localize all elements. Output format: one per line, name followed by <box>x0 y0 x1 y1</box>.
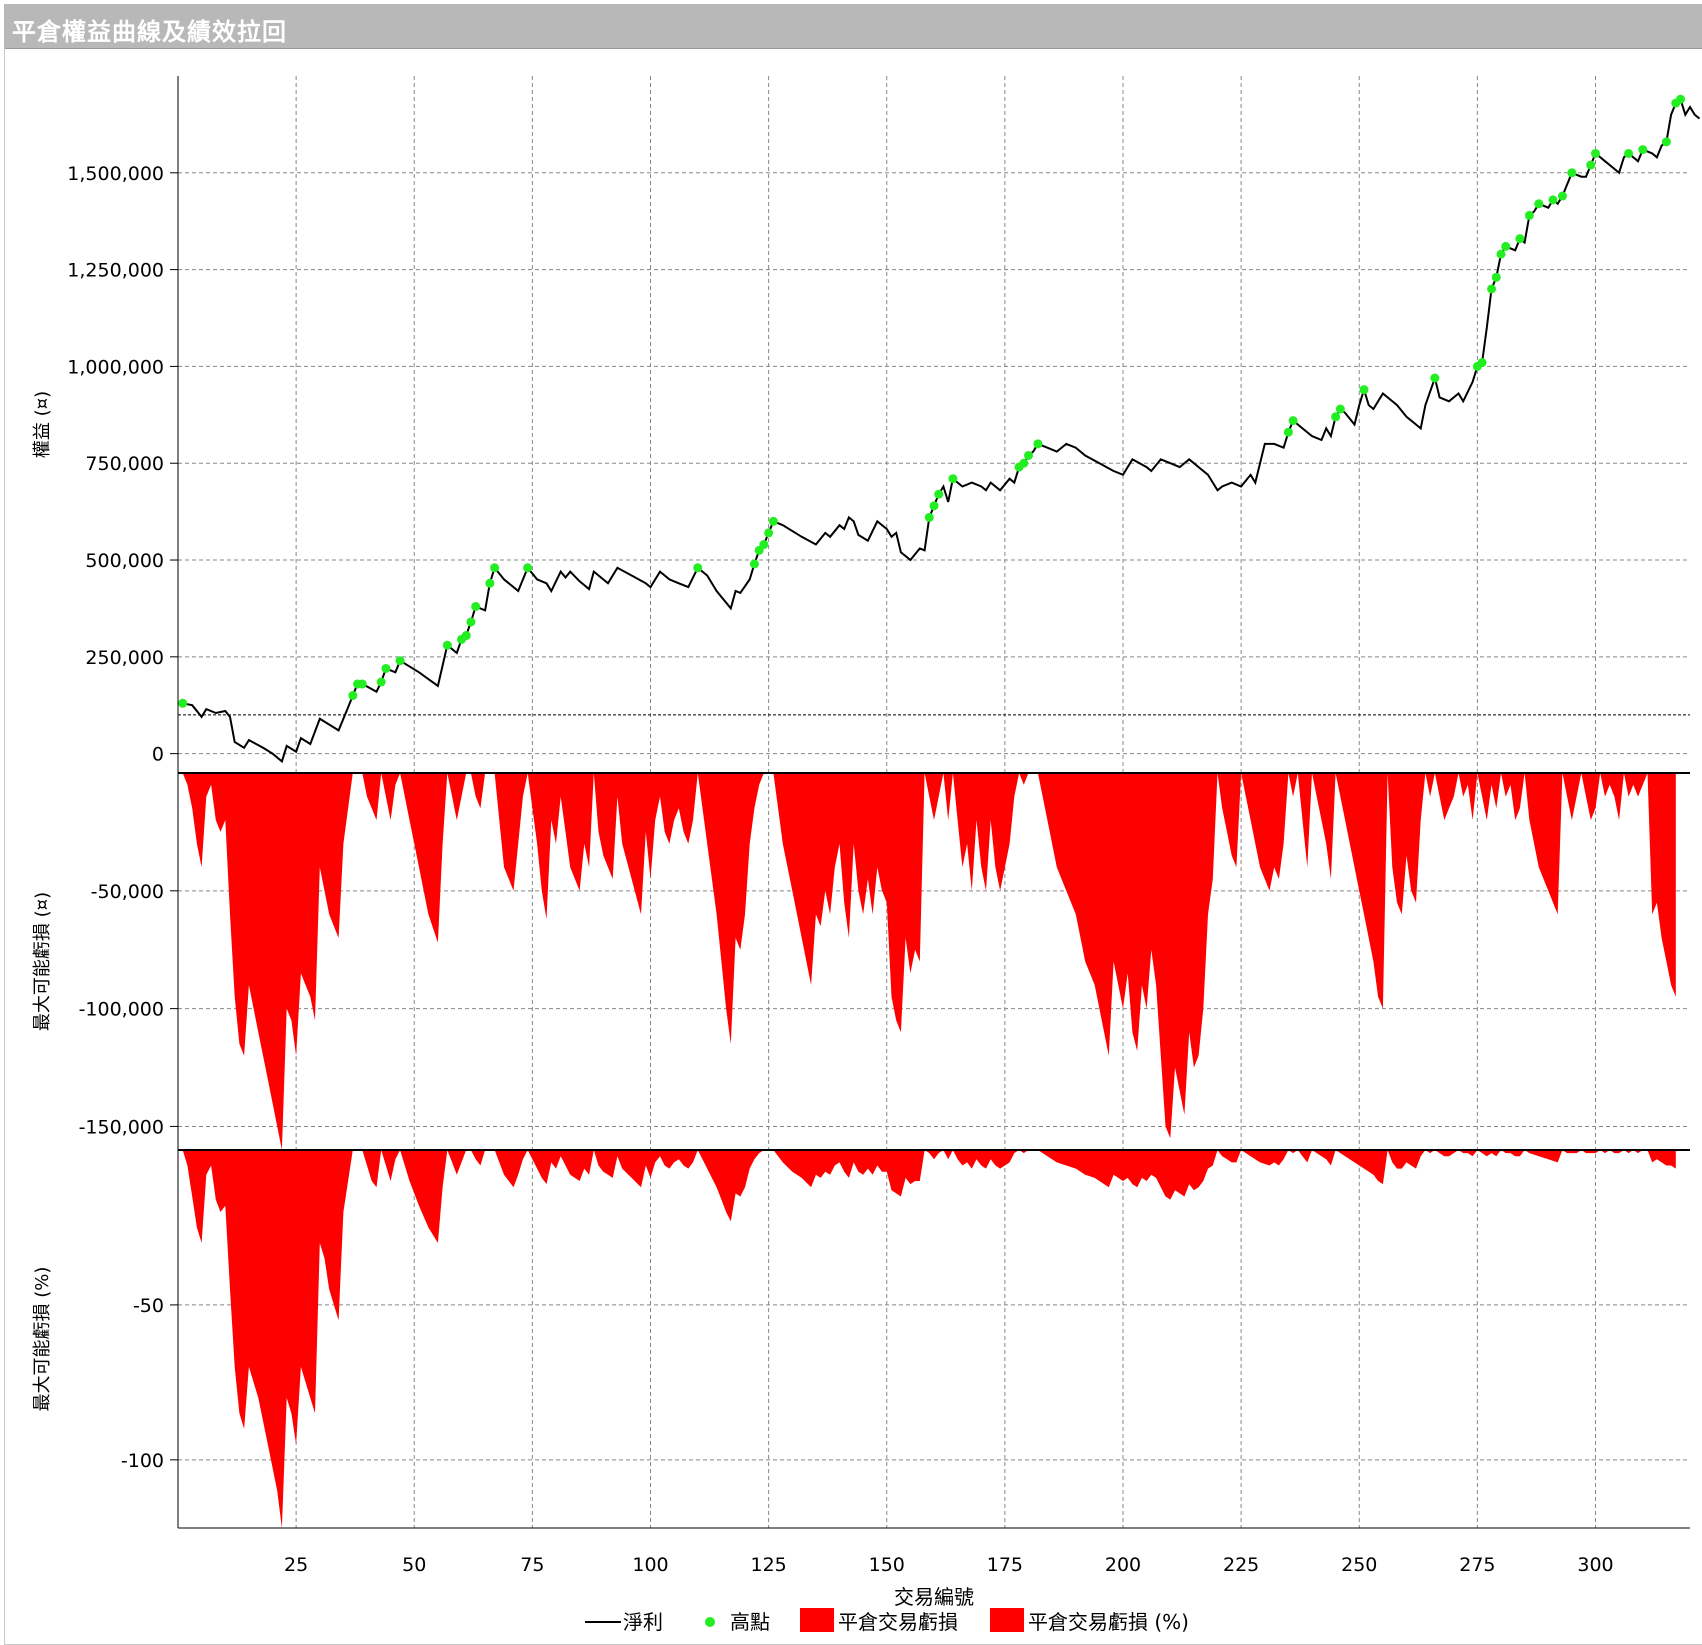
high-point <box>348 691 358 701</box>
high-point <box>523 563 533 573</box>
high-point <box>693 563 703 573</box>
legend: 淨利 高點 平倉交易虧損 平倉交易虧損 (%) <box>585 1608 1189 1634</box>
high-point <box>381 663 391 673</box>
high-point <box>1491 272 1501 282</box>
high-point <box>749 559 759 569</box>
drawdown-abs-area <box>182 773 1676 1150</box>
equity-panel <box>178 94 1701 764</box>
legend-label: 高點 <box>730 1610 770 1634</box>
x-tick-label: 150 <box>869 1554 905 1576</box>
legend-color-swatch <box>800 1608 834 1632</box>
x-tick-label: 50 <box>402 1554 426 1576</box>
high-point <box>1557 191 1567 201</box>
high-point <box>948 474 958 484</box>
high-point <box>1661 137 1671 147</box>
x-tick-label: 100 <box>632 1554 668 1576</box>
high-point <box>1477 358 1487 368</box>
drawdown-abs-panel <box>178 772 1690 1150</box>
high-point <box>395 656 405 666</box>
x-tick-label: 225 <box>1223 1554 1259 1576</box>
x-tick-label: 300 <box>1577 1554 1613 1576</box>
high-point <box>471 601 481 611</box>
high-point <box>1359 385 1369 395</box>
y-tick-label: 500,000 <box>85 550 164 572</box>
x-tick-label: 125 <box>750 1554 786 1576</box>
high-point <box>1331 412 1341 422</box>
y-tick-label: 0 <box>152 744 164 766</box>
high-point <box>442 640 452 650</box>
y-tick-label: -50 <box>133 1295 164 1317</box>
x-tick-label: 25 <box>284 1554 308 1576</box>
high-point <box>1335 404 1345 414</box>
high-point <box>1567 168 1577 178</box>
y-tick-label: 750,000 <box>85 453 164 475</box>
high-point <box>934 489 944 499</box>
x-tick-label: 275 <box>1459 1554 1495 1576</box>
high-point <box>490 563 500 573</box>
high-point <box>924 512 934 522</box>
x-tick-label: 250 <box>1341 1554 1377 1576</box>
high-point <box>1019 458 1029 468</box>
drawdown-pct-panel <box>178 1149 1690 1528</box>
high-point <box>1586 160 1596 170</box>
high-point <box>1591 148 1600 158</box>
high-point <box>1638 145 1648 155</box>
legend-color-swatch <box>990 1608 1024 1632</box>
high-point <box>929 501 939 511</box>
high-point <box>376 677 386 687</box>
high-point <box>1487 284 1497 294</box>
x-tick-label: 200 <box>1105 1554 1141 1576</box>
high-point <box>1288 416 1298 426</box>
legend-dot-swatch <box>705 1617 715 1627</box>
legend-label: 平倉交易虧損 <box>838 1610 958 1634</box>
legend-label: 淨利 <box>623 1610 663 1634</box>
high-point <box>1548 195 1558 205</box>
high-point <box>1524 210 1534 220</box>
high-point <box>759 540 769 550</box>
y-tick-label: 250,000 <box>85 647 164 669</box>
y-axis-label: 權益 (¤) <box>32 391 53 458</box>
x-tick-label: 75 <box>520 1554 544 1576</box>
y-tick-label: -150,000 <box>79 1116 164 1138</box>
high-point <box>1624 148 1634 158</box>
y-tick-label: 1,000,000 <box>67 356 164 378</box>
high-point <box>178 698 188 708</box>
legend-label: 平倉交易虧損 (%) <box>1028 1610 1189 1634</box>
high-point <box>1033 439 1043 449</box>
high-point <box>1496 249 1506 259</box>
y-tick-label: -50,000 <box>91 881 164 903</box>
y-tick-label: -100 <box>121 1450 164 1472</box>
high-point <box>461 631 471 641</box>
high-point <box>485 578 495 588</box>
high-point <box>1534 199 1544 209</box>
high-point <box>1283 427 1293 437</box>
y-axis-label: 最大可能虧損 (%) <box>32 1267 53 1412</box>
high-point <box>1024 450 1033 460</box>
high-point <box>764 528 774 538</box>
y-tick-label: -100,000 <box>79 999 164 1021</box>
equity-drawdown-chart: 25 50 75 100 125 150 175 200 225 250 275 300 0 250,00… <box>32 76 1701 1634</box>
y-tick-label: 1,500,000 <box>67 163 164 185</box>
high-point <box>1430 373 1440 383</box>
y-axis-label: 最大可能虧損 (¤) <box>32 892 53 1031</box>
high-point <box>768 516 778 526</box>
net-profit-line <box>182 97 1701 764</box>
x-axis-label: 交易編號 <box>894 1585 974 1609</box>
x-tick-label: 175 <box>987 1554 1023 1576</box>
high-point <box>1501 241 1511 251</box>
drawdown-pct-area <box>182 1150 1676 1528</box>
high-point <box>466 617 476 627</box>
high-point <box>357 679 367 689</box>
high-point <box>1676 94 1686 104</box>
high-point <box>1515 234 1525 244</box>
y-tick-label: 1,250,000 <box>67 260 164 282</box>
